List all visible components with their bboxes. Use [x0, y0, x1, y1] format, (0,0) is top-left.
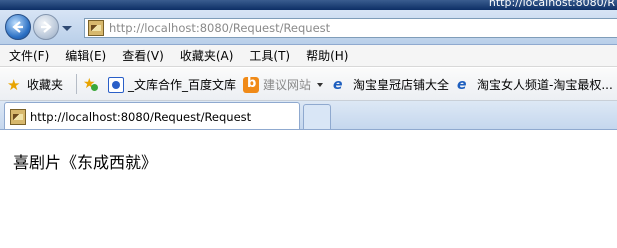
forward-button[interactable]	[33, 14, 59, 40]
window-title: http://localhost:8080/R	[488, 0, 615, 9]
add-favorite-icon: ★	[83, 76, 99, 92]
suggested-sites-icon	[243, 76, 259, 93]
page-text: 喜剧片《东成西就》	[13, 153, 158, 172]
add-to-favorites-bar-button[interactable]: ★	[83, 76, 103, 92]
favorite-link-taobao-crown-shops[interactable]: e 淘宝皇冠店铺大全	[333, 76, 449, 93]
favorites-separator	[76, 74, 77, 94]
menu-bar: 文件(F) 编辑(E) 查看(V) 收藏夹(A) 工具(T) 帮助(H)	[0, 45, 617, 67]
window-title-bar: http://localhost:8080/R	[0, 0, 617, 10]
favorites-label: 收藏夹	[27, 78, 64, 92]
address-url[interactable]: http://localhost:8080/Request/Request	[109, 21, 330, 35]
tab-label: http://localhost:8080/Request/Request	[30, 110, 252, 124]
menu-help[interactable]: 帮助(H)	[306, 47, 348, 64]
menu-edit[interactable]: 编辑(E)	[65, 47, 106, 64]
menu-tools[interactable]: 工具(T)	[249, 47, 290, 64]
ie-page-icon: e	[333, 76, 343, 93]
tab-favicon-icon	[10, 109, 26, 125]
ie-page-icon: e	[457, 76, 467, 93]
menu-file[interactable]: 文件(F)	[9, 47, 49, 64]
back-button[interactable]	[5, 14, 31, 40]
page-content: 喜剧片《东成西就》	[0, 130, 617, 248]
history-dropdown-icon[interactable]	[62, 26, 72, 31]
favorites-button[interactable]: ★ 收藏夹	[7, 76, 63, 93]
tab-active[interactable]: http://localhost:8080/Request/Request	[4, 102, 300, 129]
forward-arrow-icon	[41, 21, 52, 33]
menu-view[interactable]: 查看(V)	[122, 47, 164, 64]
back-arrow-icon	[12, 21, 23, 33]
menu-favorites[interactable]: 收藏夹(A)	[180, 47, 234, 64]
new-tab-button[interactable]	[303, 104, 331, 129]
favorite-link-taobao-women[interactable]: e 淘宝女人频道-淘宝最权...	[457, 76, 613, 93]
suggested-sites-dropdown-icon[interactable]	[317, 82, 324, 87]
favorites-star-icon: ★	[7, 75, 21, 94]
favorites-bar: ★ 收藏夹 ★ _文库合作_百度文库 建议网站 e 淘宝皇冠店铺大全 e 淘宝女…	[0, 68, 617, 101]
suggested-sites-button[interactable]: 建议网站	[243, 76, 324, 93]
address-bar[interactable]: http://localhost:8080/Request/Request	[84, 18, 617, 38]
favorite-link-baidu-wenku[interactable]: _文库合作_百度文库	[108, 76, 236, 93]
tab-row: http://localhost:8080/Request/Request	[0, 101, 617, 130]
navigation-bar: http://localhost:8080/Request/Request	[0, 10, 617, 45]
site-favicon-icon	[88, 20, 104, 36]
baidu-paw-icon	[108, 76, 124, 93]
